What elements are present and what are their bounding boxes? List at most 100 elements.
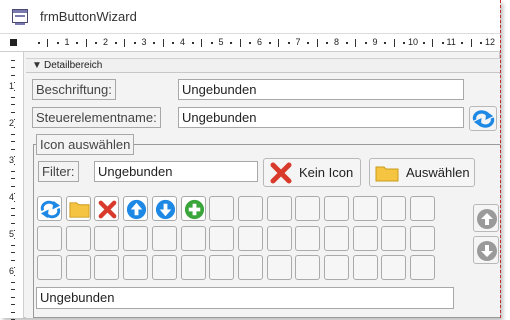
horizontal-ruler[interactable]: 1 2 3 4 5 6 7 8 9 10 11 12 (0, 34, 500, 52)
ruler-tick (345, 42, 348, 44)
ruler-number: 3 (141, 37, 147, 47)
scroll-down-button[interactable] (473, 236, 499, 264)
icon-cell[interactable] (410, 225, 436, 251)
icon-cell[interactable] (209, 196, 235, 221)
ruler-tick (76, 42, 79, 44)
ruler-tick (326, 42, 329, 44)
icon-cell-folder[interactable] (65, 196, 91, 221)
icon-cell[interactable] (410, 255, 436, 280)
ruler-tick (133, 42, 136, 44)
icon-cell[interactable] (237, 255, 263, 280)
icon-cell[interactable] (123, 255, 149, 280)
ruler-tick (124, 39, 126, 47)
icon-cell[interactable] (266, 225, 292, 251)
ruler-tick (432, 39, 434, 47)
refresh-name-button[interactable] (469, 106, 497, 131)
vertical-ruler[interactable]: 1 2 3 4 5 6 (0, 52, 24, 320)
ruler-tick (95, 42, 98, 44)
ruler-tick (461, 42, 464, 44)
detail-section-header[interactable]: ▼ Detailbereich (26, 58, 500, 73)
refresh-icon (472, 109, 495, 128)
section-label: Detailbereich (44, 60, 103, 71)
icon-cell[interactable] (209, 225, 235, 251)
ruler-tick (11, 222, 15, 224)
ruler-tick (11, 60, 15, 61)
icon-cell[interactable] (324, 225, 349, 251)
icon-cell[interactable] (65, 225, 91, 251)
ruler-tick (210, 42, 213, 44)
ruler-number: 1 (64, 37, 70, 47)
ruler-tick (268, 42, 271, 44)
ruler-tick (11, 304, 15, 306)
icon-cell[interactable] (237, 225, 263, 251)
filter-field[interactable]: Ungebunden (94, 161, 258, 182)
icon-cell[interactable] (37, 225, 62, 251)
arrow-up-icon (477, 209, 497, 229)
ruler-tick (11, 148, 15, 150)
ruler-tick (11, 252, 15, 254)
ruler-tick (11, 134, 15, 135)
ruler-tick (153, 42, 156, 44)
icon-cell-add[interactable] (180, 196, 206, 221)
ruler-number: 7 (295, 37, 301, 47)
control-name-field[interactable]: Ungebunden (178, 107, 464, 128)
detail-section: Beschriftung: Ungebunden Steuerelementna… (26, 74, 500, 318)
icon-cell[interactable] (94, 255, 120, 280)
icon-cell[interactable] (381, 255, 407, 280)
control-name-label[interactable]: Steuerelementname: (32, 107, 161, 128)
selected-icon-field[interactable]: Ungebunden (36, 287, 454, 309)
icon-cell[interactable] (94, 225, 120, 251)
form-design-window: frmButtonWizard 1 2 3 4 5 6 7 8 9 10 11 12 123456 ▼… (0, 0, 501, 320)
icon-cell[interactable] (180, 255, 206, 280)
icon-cell[interactable] (123, 225, 149, 251)
ruler-tick (249, 42, 252, 44)
icon-cell[interactable] (151, 255, 177, 280)
icon-cell[interactable] (209, 255, 235, 280)
icon-cell[interactable] (266, 255, 292, 280)
ruler-tick (278, 39, 280, 47)
icon-cell-arrow-up[interactable] (123, 196, 149, 221)
icon-cell[interactable] (381, 196, 407, 221)
icon-cell[interactable] (381, 225, 407, 251)
ruler-tick (11, 296, 15, 298)
icon-cell[interactable] (324, 196, 349, 221)
ruler-tick (11, 67, 15, 69)
select-button-label: Auswählen (406, 165, 470, 180)
ruler-tick (162, 39, 164, 47)
icon-cell-refresh[interactable] (37, 196, 62, 221)
icon-cell[interactable] (352, 225, 378, 251)
ruler-number: 11 (446, 37, 456, 47)
icon-cell[interactable] (324, 255, 349, 280)
icon-cell-arrow-down[interactable] (151, 196, 177, 221)
icon-cell[interactable] (237, 196, 263, 221)
ruler-number: 9 (372, 37, 378, 47)
caption-field[interactable]: Ungebunden (178, 79, 464, 100)
icon-cell-delete[interactable] (94, 196, 120, 221)
scroll-up-button[interactable] (473, 204, 499, 232)
ruler-tick (11, 245, 15, 246)
icon-cell[interactable] (266, 196, 292, 221)
no-icon-button-label: Kein Icon (299, 165, 354, 180)
icon-cell[interactable] (180, 225, 206, 251)
ruler-number: 8 (334, 37, 340, 47)
icon-cell[interactable] (37, 255, 62, 280)
icon-cell[interactable] (65, 255, 91, 280)
ruler-corner-marker[interactable] (10, 39, 17, 46)
ruler-tick (470, 39, 472, 47)
icon-cell[interactable] (410, 196, 436, 221)
filter-label[interactable]: Filter: (38, 161, 79, 182)
ruler-tick (56, 42, 59, 44)
icon-cell[interactable] (295, 255, 321, 280)
caption-label[interactable]: Beschriftung: (32, 79, 116, 100)
ruler-number: 10 (408, 37, 419, 47)
no-icon-button[interactable]: Kein Icon (263, 158, 361, 187)
ruler-tick (480, 42, 483, 44)
ruler-tick (11, 215, 15, 217)
icon-cell[interactable] (295, 225, 321, 251)
select-button[interactable]: Auswählen (369, 158, 475, 187)
icon-cell[interactable] (151, 225, 177, 251)
icon-cell[interactable] (352, 255, 378, 280)
icon-cell[interactable] (352, 196, 378, 221)
icon-cell[interactable] (295, 196, 321, 221)
ruler-tick (403, 42, 406, 44)
